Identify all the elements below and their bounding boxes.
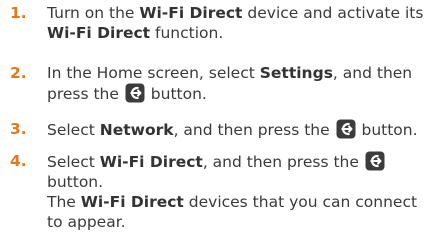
text-line: The Wi-Fi Direct devices that you can co… [47, 192, 432, 212]
text-run: press the [47, 85, 124, 103]
text-run: , and then press the [173, 121, 335, 139]
step-text: Select Wi-Fi Direct, and then press the … [47, 151, 432, 232]
text-run: device and activate its [242, 4, 424, 22]
bold-term: Wi-Fi Direct [139, 4, 243, 22]
text-line: Wi-Fi Direct function. [47, 23, 432, 43]
text-run: , and then [332, 64, 413, 82]
text-run: , and then press the [202, 153, 364, 171]
text-run: The [47, 193, 81, 211]
step-number: 3. [10, 120, 27, 138]
step-number: 4. [10, 152, 27, 170]
text-line: Turn on the Wi-Fi Direct device and acti… [47, 3, 432, 23]
bold-term: Settings [259, 64, 333, 82]
text-line: press the button. [47, 83, 432, 104]
enter-icon [125, 83, 145, 103]
text-run: Select [47, 121, 100, 139]
text-run: Turn on the [47, 4, 140, 22]
step-text: Select Network, and then press the butto… [47, 119, 432, 140]
text-run: button. [145, 85, 207, 103]
text-run: devices that you can connect [183, 193, 418, 211]
text-run: button. [47, 173, 104, 191]
enter-icon [365, 151, 385, 171]
step-text: Turn on the Wi-Fi Direct device and acti… [47, 3, 432, 43]
text-run: function. [150, 24, 224, 42]
enter-icon [336, 119, 356, 139]
bold-term: Network [99, 121, 174, 139]
text-line: to appear. [47, 212, 432, 232]
text-line: Select Network, and then press the butto… [47, 119, 432, 140]
text-run: In the Home screen, select [47, 64, 260, 82]
step-number: 2. [10, 64, 27, 82]
bold-term: Wi-Fi Direct [47, 24, 151, 42]
instruction-list: 1. Turn on the Wi-Fi Direct device and a… [0, 0, 440, 242]
text-line: button. [47, 172, 432, 192]
text-run: button. [356, 121, 418, 139]
text-run: Select [47, 153, 100, 171]
bold-term: Wi-Fi Direct [80, 193, 184, 211]
text-line: Select Wi-Fi Direct, and then press the [47, 151, 432, 172]
step-number: 1. [10, 4, 27, 22]
step-text: In the Home screen, select Settings, and… [47, 63, 432, 104]
text-line: In the Home screen, select Settings, and… [47, 63, 432, 83]
text-run: to appear. [47, 213, 126, 231]
bold-term: Wi-Fi Direct [99, 153, 203, 171]
